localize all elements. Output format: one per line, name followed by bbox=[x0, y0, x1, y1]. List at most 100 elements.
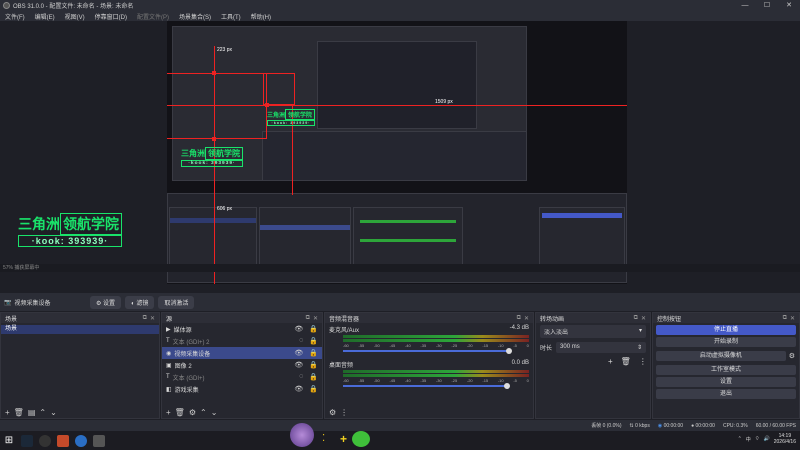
filters-button[interactable]: ◐ 滤镜 bbox=[125, 295, 155, 309]
move-down-icon[interactable]: ⌄ bbox=[50, 408, 57, 417]
steam-icon[interactable] bbox=[21, 434, 33, 447]
nested-sources-dock bbox=[259, 207, 351, 265]
gear-icon[interactable]: ⚙ bbox=[789, 352, 795, 360]
menu-view[interactable]: 视图(V) bbox=[60, 12, 90, 21]
eye-icon[interactable]: 👁 bbox=[294, 325, 303, 333]
resize-handle-bottom[interactable] bbox=[212, 137, 216, 141]
resize-handle-top[interactable] bbox=[212, 71, 216, 75]
filter-icon[interactable]: ▤ bbox=[28, 408, 36, 417]
add-icon[interactable]: + bbox=[608, 357, 613, 366]
app-taskbar-icon[interactable] bbox=[93, 434, 105, 447]
lock-icon[interactable]: 🔒 bbox=[309, 361, 318, 369]
volume-slider-knob[interactable] bbox=[506, 348, 512, 354]
transition-select[interactable]: 淡入淡出 ▾ bbox=[540, 325, 646, 338]
menu-file[interactable]: 文件(F) bbox=[0, 12, 30, 21]
window-title: OBS 31.0.0 - 配置文件: 未命名 - 场景: 未命名 bbox=[13, 4, 134, 10]
nested-controls-dock bbox=[539, 207, 625, 265]
source-properties-bar: 📷 视频采集设备 ⚙ 设置 ◐ 滤镜 取消激活 bbox=[0, 293, 800, 311]
trash-icon[interactable]: 🗑 bbox=[621, 357, 631, 366]
trash-icon[interactable]: 🗑 bbox=[14, 408, 24, 417]
dots-icon: ⁚ bbox=[322, 433, 326, 444]
wechat-icon bbox=[352, 431, 370, 447]
obs-taskbar-icon[interactable] bbox=[39, 434, 51, 447]
source-item-image-2[interactable]: ▣ 图像 2 👁 🔒 bbox=[162, 359, 322, 371]
volume-slider[interactable] bbox=[343, 383, 510, 389]
source-item-video-capture[interactable]: ◉ 视频采集设备 👁 🔒 bbox=[162, 347, 322, 359]
clock[interactable]: 14:19 2026/4/16 bbox=[774, 433, 796, 445]
title-bar: OBS 31.0.0 - 配置文件: 未命名 - 场景: 未命名 — ☐ ✕ bbox=[0, 0, 800, 11]
windows-start-icon[interactable]: ⊞ bbox=[3, 435, 15, 447]
duration-row: 时长 300 ms ⇕ bbox=[536, 340, 650, 355]
source-item-text-2[interactable]: T 文本 (GDI+) 2 ◌ 🔒 bbox=[162, 335, 322, 347]
lock-icon[interactable]: 🔒 bbox=[309, 325, 318, 333]
menu-help[interactable]: 帮助(H) bbox=[246, 12, 276, 21]
move-up-icon[interactable]: ⌃ bbox=[39, 408, 46, 417]
network-tray-icon[interactable]: ⌔ bbox=[755, 436, 760, 442]
add-icon[interactable]: + bbox=[5, 408, 10, 417]
tray-expand-icon[interactable]: ⌃ bbox=[738, 436, 742, 442]
stop-streaming-button[interactable]: 停止直播 bbox=[656, 325, 796, 335]
float-icon[interactable]: ⧉ bbox=[634, 315, 638, 322]
eye-icon[interactable]: 👁 bbox=[294, 361, 303, 369]
exit-button[interactable]: 退出 bbox=[656, 389, 796, 399]
close-dock-icon[interactable]: ✕ bbox=[313, 315, 318, 322]
start-virtual-camera-button[interactable]: 启动虚拟摄像机 bbox=[656, 351, 786, 361]
preview-canvas[interactable]: 223 px 1509 px 606 px 三角洲 领航学院 ·kook: 393… bbox=[167, 21, 627, 284]
close-dock-icon[interactable]: ✕ bbox=[524, 315, 529, 322]
plus-icon: + bbox=[340, 432, 348, 446]
logo-medium: 三角洲 领航学院 ·kook: 393939· bbox=[181, 147, 243, 167]
menu-icon[interactable]: ⋮ bbox=[340, 408, 348, 417]
game-taskbar-icon[interactable] bbox=[57, 434, 69, 447]
close-dock-icon[interactable]: ✕ bbox=[150, 315, 155, 322]
menu-docks[interactable]: 停靠窗口(D) bbox=[90, 12, 132, 21]
gear-icon[interactable]: ⚙ bbox=[189, 408, 196, 417]
maximize-button[interactable]: ☐ bbox=[756, 0, 778, 11]
mixer-channel-desktop: 桌面音频 0.0 dB -60 -55 -50 -45 -40 -35 -30 -25 -20 -1… bbox=[325, 358, 533, 389]
source-item-media[interactable]: ▶ 媒体源 👁 🔒 bbox=[162, 323, 322, 335]
close-dock-icon[interactable]: ✕ bbox=[641, 315, 646, 322]
eye-icon[interactable]: 👁 bbox=[294, 349, 303, 357]
trash-icon[interactable]: 🗑 bbox=[175, 408, 185, 417]
menu-icon[interactable]: ⋮ bbox=[639, 357, 647, 366]
properties-button[interactable]: ⚙ 设置 bbox=[90, 295, 122, 309]
eye-hidden-icon[interactable]: ◌ bbox=[299, 373, 303, 381]
scene-item[interactable]: 场景 bbox=[1, 325, 159, 334]
top-distance-label: 223 px bbox=[217, 47, 233, 53]
lock-icon[interactable]: 🔒 bbox=[309, 337, 318, 345]
gear-icon[interactable]: ⚙ bbox=[329, 408, 336, 417]
lock-icon[interactable]: 🔒 bbox=[309, 349, 318, 357]
menu-bar: 文件(F) 编辑(E) 视图(V) 停靠窗口(D) 配置文件(P) 场景集合(S… bbox=[0, 11, 800, 21]
horizontal-guide bbox=[167, 105, 627, 106]
settings-button[interactable]: 设置 bbox=[656, 377, 796, 387]
minimize-button[interactable]: — bbox=[734, 0, 756, 11]
float-icon[interactable]: ⧉ bbox=[517, 315, 521, 322]
duration-input[interactable]: 300 ms ⇕ bbox=[556, 342, 646, 353]
move-down-icon[interactable]: ⌄ bbox=[211, 408, 218, 417]
float-icon[interactable]: ⧉ bbox=[306, 315, 310, 322]
eye-hidden-icon[interactable]: ◌ bbox=[299, 337, 303, 345]
lock-icon[interactable]: 🔒 bbox=[309, 373, 318, 381]
float-icon[interactable]: ⧉ bbox=[783, 315, 787, 322]
eye-icon[interactable]: 👁 bbox=[294, 385, 303, 393]
nested-mixer-dock bbox=[353, 207, 463, 265]
source-item-text[interactable]: T 文本 (GDI+) ◌ 🔒 bbox=[162, 371, 322, 383]
volume-slider[interactable] bbox=[343, 348, 512, 354]
move-up-icon[interactable]: ⌃ bbox=[200, 408, 207, 417]
add-icon[interactable]: + bbox=[166, 408, 171, 417]
menu-edit[interactable]: 编辑(E) bbox=[30, 12, 60, 21]
source-item-game-capture[interactable]: ◧ 游戏采集 👁 🔒 bbox=[162, 383, 322, 395]
float-icon[interactable]: ⧉ bbox=[143, 315, 147, 322]
obs-logo-icon bbox=[3, 2, 10, 9]
close-dock-icon[interactable]: ✕ bbox=[790, 315, 795, 322]
menu-scene-collection[interactable]: 场景集合(S) bbox=[174, 12, 216, 21]
close-button[interactable]: ✕ bbox=[778, 0, 800, 11]
browser-icon[interactable] bbox=[75, 434, 87, 447]
ime-indicator[interactable]: 中 bbox=[746, 436, 751, 443]
volume-slider-knob[interactable] bbox=[504, 383, 510, 389]
deactivate-button[interactable]: 取消激活 bbox=[158, 295, 195, 309]
volume-icon[interactable]: 🔊 bbox=[764, 436, 770, 442]
menu-tools[interactable]: 工具(T) bbox=[216, 12, 246, 21]
start-recording-button[interactable]: 开始录制 bbox=[656, 337, 796, 347]
lock-icon[interactable]: 🔒 bbox=[309, 385, 318, 393]
studio-mode-button[interactable]: 工作室模式 bbox=[656, 365, 796, 375]
